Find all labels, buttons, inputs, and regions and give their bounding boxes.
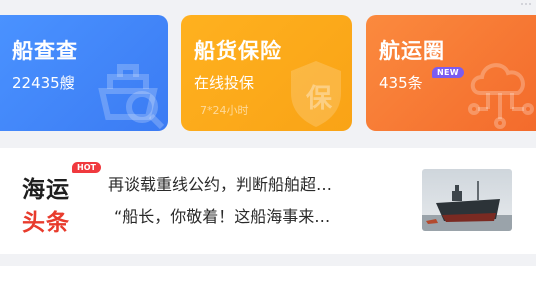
shipping-circle-card[interactable]: 航运圈 435条 NEW [366,15,536,131]
ship-lookup-card[interactable]: 船查查 22435艘 [0,15,168,131]
card-title: 船查查 [12,39,78,63]
ship-search-icon [98,64,165,130]
shield-watermark: 保 [306,84,333,114]
post-count: 435条 [379,74,423,92]
card-title: 航运圈 [379,39,445,63]
next-section-card [0,266,536,286]
headline-item[interactable]: “船长，你敬着！这船海事来… [108,206,408,228]
more-dots[interactable] [521,3,531,7]
shipping-headlines-card[interactable]: 海运 头条 HOT 再谈载重线公约，判断船舶超… “船长，你敬着！这船海事来… [0,148,536,254]
ship-count: 22435艘 [12,74,75,92]
service-hours: 7*24小时 [200,104,249,117]
headline-list: 再谈载重线公约，判断船舶超… “船长，你敬着！这船海事来… [108,174,408,238]
logo-bottom-text: 头条 [22,210,70,236]
logo-top-text: 海运 [22,177,70,203]
card-title: 船货保险 [194,39,282,63]
hot-badge: HOT [72,162,101,173]
card-subtitle: 在线投保 [194,74,255,92]
headlines-logo: 海运 头条 HOT [22,162,102,238]
feature-cards: 船查查 22435艘 保 船货保险 在线投保 7*24小时 航运圈 435条 N… [0,15,536,131]
headline-item[interactable]: 再谈载重线公约，判断船舶超… [108,174,408,196]
cloud-network-icon [468,63,534,129]
new-badge: NEW [432,67,464,78]
cargo-insurance-card[interactable]: 保 船货保险 在线投保 7*24小时 [181,15,352,131]
ship-photo[interactable] [422,169,512,231]
